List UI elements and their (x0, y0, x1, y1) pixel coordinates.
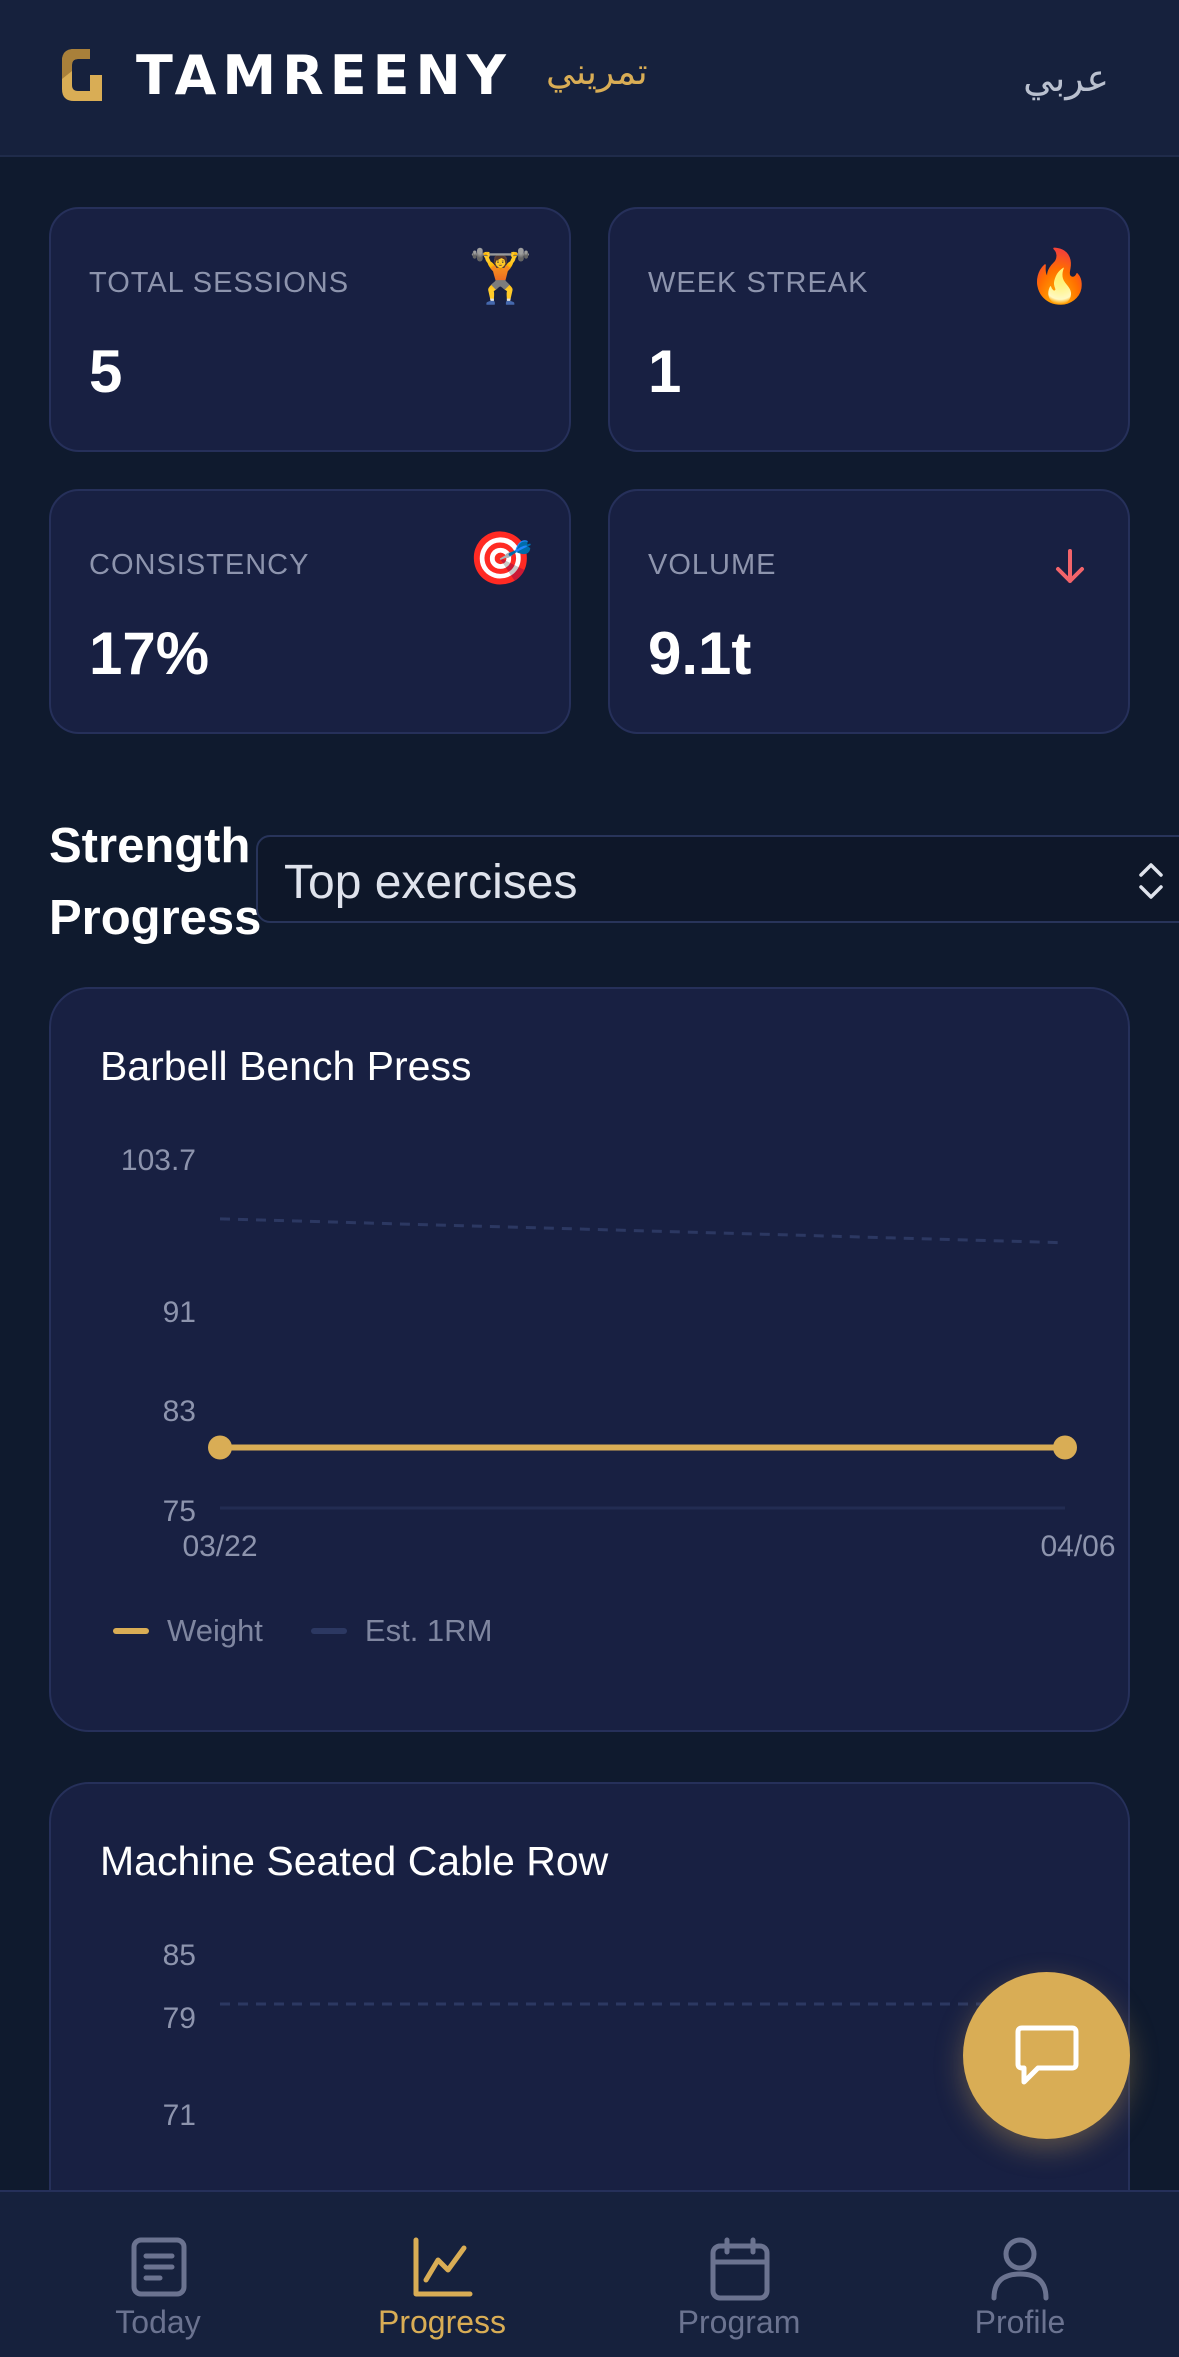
x-tick-label: 04/06 (1040, 1530, 1115, 1563)
stat-value: 1 (648, 338, 682, 405)
user-icon (991, 2237, 1049, 2301)
exercise-selector[interactable]: Top exercises (256, 835, 1179, 923)
nav-label: Today (115, 2304, 201, 2340)
legend-item-est-1rm[interactable]: Est. 1RM (310, 1613, 493, 1649)
chevron-up-down-icon (1139, 863, 1163, 899)
chart-card-barbell-bench-press: Barbell Bench Press 103.7 91 83 75 03/22 04/0… (49, 987, 1130, 1732)
legend-label: Est. 1RM (364, 1613, 493, 1648)
y-tick-label: 91 (163, 1296, 196, 1329)
brand-name-arabic: تمريني (546, 52, 648, 93)
nav-label: Profile (974, 2304, 1066, 2340)
legend-label: Weight (167, 1613, 263, 1648)
section-title-line: Progress (49, 891, 262, 945)
y-tick-label: 103.7 (121, 1144, 196, 1177)
nav-item-progress[interactable]: Progress (342, 2192, 542, 2357)
stat-value: 9.1t (648, 620, 752, 687)
brand-name: TAMREENY (136, 44, 512, 107)
x-tick-label: 03/22 (182, 1530, 257, 1563)
data-point-weight (1053, 1435, 1077, 1460)
stat-label: VOLUME (648, 549, 777, 581)
app-header: TAMREENY تمريني عربي (0, 0, 1179, 157)
chart-legend: Weight Est. 1RM (113, 1613, 540, 1649)
stat-label: WEEK STREAK (648, 267, 869, 299)
section-title-strength-progress: Strength Progress (49, 810, 261, 954)
stat-card-consistency: CONSISTENCY 17% 🎯 (49, 489, 571, 734)
series-line-est-1rm (219, 1217, 1066, 1245)
chart-line-icon (413, 2237, 473, 2297)
tamreeny-logo-icon[interactable] (60, 49, 104, 101)
calendar-icon (710, 2237, 770, 2301)
exercise-selector-value: Top exercises (284, 856, 578, 909)
legend-swatch (310, 1628, 347, 1634)
stat-value: 5 (89, 338, 123, 405)
section-title-line: Strength (49, 819, 251, 873)
nav-item-profile[interactable]: Profile (920, 2192, 1120, 2357)
y-tick-label: 75 (163, 1495, 196, 1528)
language-toggle[interactable]: عربي (1023, 56, 1109, 100)
chart-card-machine-seated-cable-row: Machine Seated Cable Row 85 79 71 (49, 1782, 1130, 2242)
nav-label: Progress (377, 2304, 507, 2340)
document-icon (131, 2237, 187, 2297)
y-tick-label: 85 (163, 1939, 196, 1972)
y-tick-label: 79 (163, 2002, 196, 2035)
nav-label: Program (677, 2304, 801, 2340)
legend-swatch (113, 1628, 149, 1634)
stat-label: CONSISTENCY (89, 549, 310, 581)
stat-label: TOTAL SESSIONS (89, 267, 350, 299)
y-tick-label: 71 (163, 2099, 196, 2132)
data-point-weight (208, 1435, 232, 1460)
arrow-down-icon (1056, 549, 1084, 583)
target-icon: 🎯 (468, 530, 533, 588)
chat-bubble-icon (1015, 2025, 1079, 2085)
stat-card-total-sessions: TOTAL SESSIONS 5 🏋️ (49, 207, 571, 452)
y-tick-label: 83 (163, 1395, 196, 1428)
stat-value: 17% (89, 620, 210, 687)
chart-machine-seated-cable-row: 85 79 71 (163, 1939, 1065, 2132)
stat-card-volume: VOLUME 9.1t (608, 489, 1130, 734)
weightlifter-icon: 🏋️ (468, 248, 533, 306)
legend-item-weight[interactable]: Weight (113, 1613, 263, 1649)
nav-item-program[interactable]: Program (639, 2192, 839, 2357)
stat-card-week-streak: WEEK STREAK 1 🔥 (608, 207, 1130, 452)
bottom-navigation: Today Progress Program Profile (0, 2190, 1179, 2357)
chat-button[interactable] (963, 1972, 1130, 2139)
fire-icon: 🔥 (1027, 248, 1092, 306)
nav-item-today[interactable]: Today (58, 2192, 258, 2357)
